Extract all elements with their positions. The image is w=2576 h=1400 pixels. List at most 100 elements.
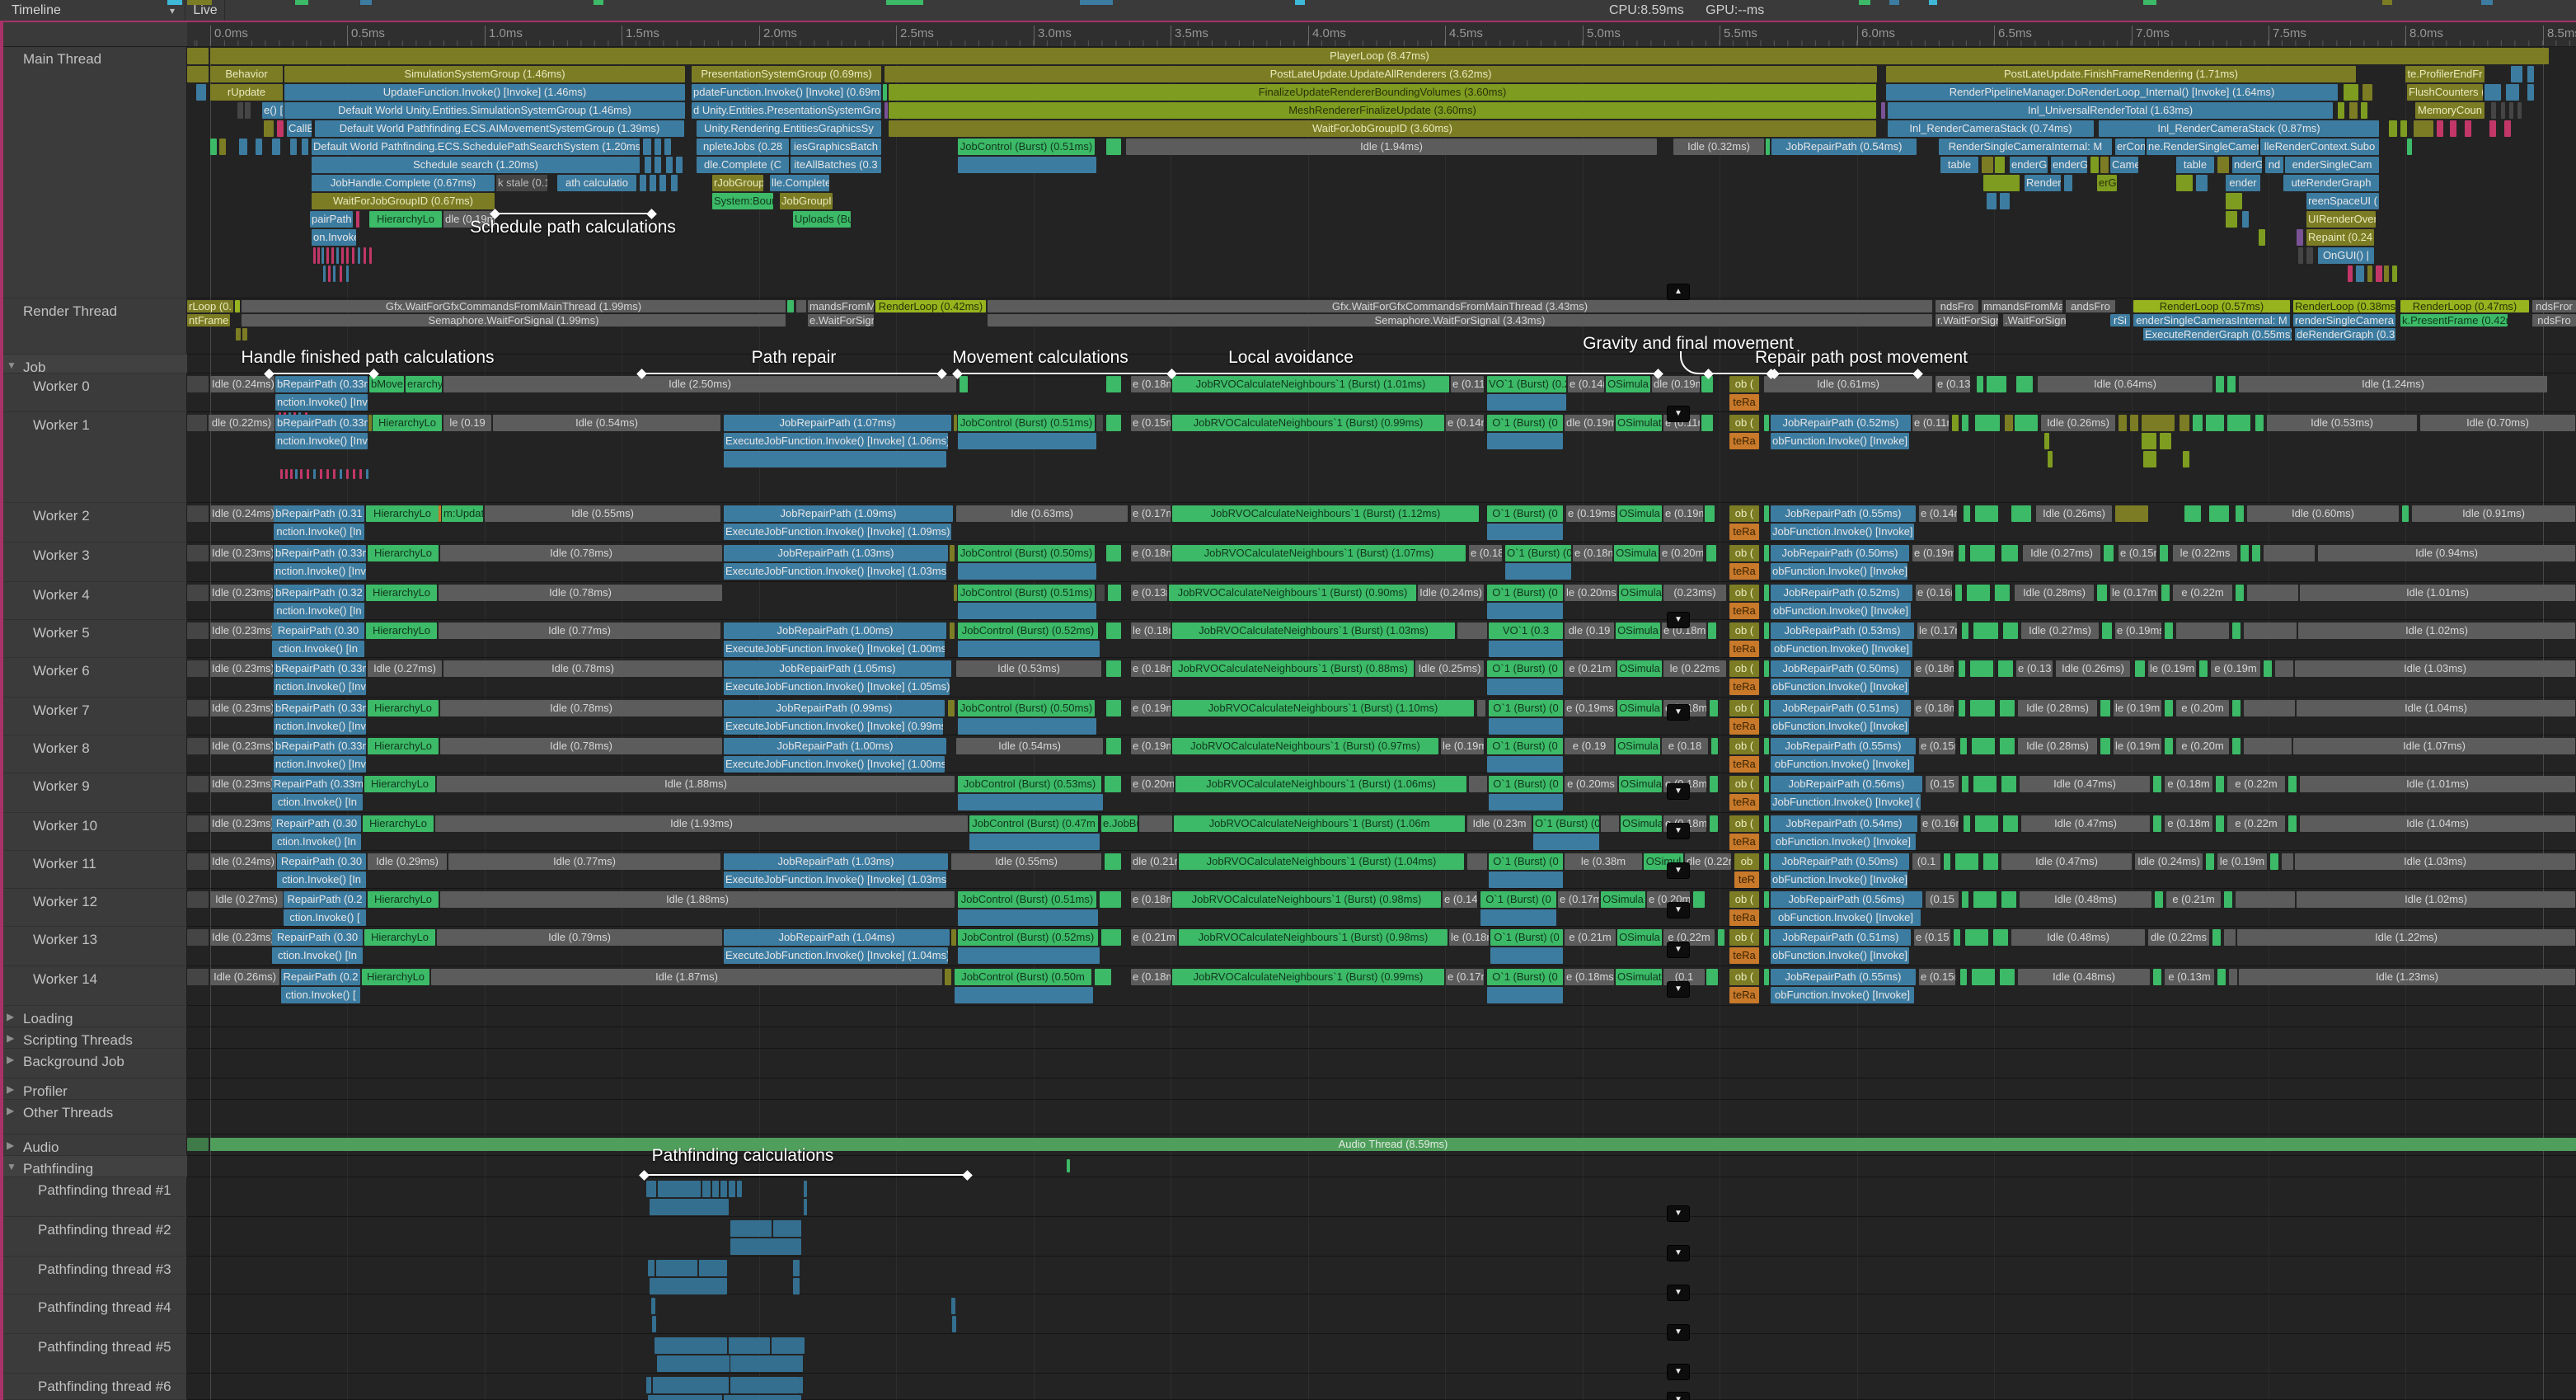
- timeline-sample-osimula[interactable]: OSimula: [1616, 738, 1660, 754]
- timeline-sample[interactable]: [2226, 211, 2237, 228]
- timeline-sample-ction-invoke-in[interactable]: ction.Invoke() [In: [277, 871, 366, 888]
- timeline-sample[interactable]: [256, 139, 262, 155]
- timeline-sample-e-waitforsigna[interactable]: e.WaitForSigna: [808, 314, 874, 327]
- timeline-sample[interactable]: [2115, 505, 2148, 522]
- timeline-sample-idle-1-01ms[interactable]: Idle (1.01ms): [2300, 776, 2575, 792]
- timeline-sample-e-0-19m[interactable]: e (0.19m: [2211, 660, 2260, 677]
- timeline-sample-semaphore-waitforsignal-1-99ms[interactable]: Semaphore.WaitForSignal (1.99ms): [242, 314, 786, 327]
- sidebar-item-worker-3[interactable]: Worker 3: [0, 543, 187, 582]
- timeline-sample-repaint-0-24[interactable]: Repaint (0.24: [2306, 229, 2374, 246]
- timeline-sample-jobrepairpath-0-50ms[interactable]: JobRepairPath (0.50ms): [1771, 545, 1909, 561]
- flow-event-marker-down[interactable]: ▼: [1667, 783, 1690, 800]
- timeline-sample[interactable]: [1106, 738, 1121, 754]
- timeline-sample-jobrvocalculateneighbours-1-burst-0-88ms[interactable]: JobRVOCalculateNeighbours`1 (Burst) (0.8…: [1172, 660, 1414, 677]
- timeline-sample[interactable]: [1965, 929, 1988, 946]
- timeline-sample[interactable]: [1457, 622, 1487, 639]
- timeline-sample[interactable]: [2232, 622, 2241, 639]
- timeline-sample-tera[interactable]: teRa: [1729, 524, 1759, 540]
- sidebar-item-worker-7[interactable]: Worker 7: [0, 698, 187, 735]
- timeline-sample-jobrepairpath-0-56ms[interactable]: JobRepairPath (0.56ms): [1771, 891, 1922, 908]
- timeline-sample[interactable]: [1489, 641, 1563, 657]
- timeline-sample-ndsfro[interactable]: ndsFro: [1936, 300, 1978, 312]
- timeline-sample-executejobfunction-invoke-invoke-1-03ms[interactable]: ExecuteJobFunction.Invoke() [Invoke] (1.…: [724, 871, 946, 888]
- timeline-sample[interactable]: [1764, 776, 1769, 792]
- timeline-sample-ob[interactable]: ob (: [1729, 969, 1759, 985]
- timeline-sample-e-0-22m[interactable]: e (0.22m: [2227, 776, 2285, 792]
- timeline-sample[interactable]: [364, 247, 366, 264]
- timeline-sample[interactable]: [2338, 102, 2344, 119]
- timeline-sample-e-0-19m[interactable]: e (0.19m: [1131, 700, 1171, 716]
- timeline-sample[interactable]: [187, 376, 209, 392]
- timeline-sample[interactable]: [277, 120, 284, 137]
- timeline-sample-idle-0-54ms[interactable]: Idle (0.54ms): [956, 738, 1103, 754]
- timeline-sample-idle-0-26ms[interactable]: Idle (0.26ms): [210, 969, 279, 985]
- timeline-sample[interactable]: [210, 139, 217, 155]
- timeline-sample-obfunction-invoke-invoke[interactable]: obFunction.Invoke() [Invoke]: [1771, 756, 1914, 773]
- timeline-sample[interactable]: [1100, 891, 1121, 908]
- timeline-sample-hierarchylo[interactable]: HierarchyLo: [373, 415, 442, 431]
- timeline-sample-mmandsfromma[interactable]: mmandsFromMa: [1982, 300, 2062, 312]
- timeline-sample-e-0-19ms[interactable]: e (0.19ms: [2115, 622, 2161, 639]
- timeline-sample-repairpath-0-30[interactable]: RepairPath (0.30: [272, 622, 364, 639]
- timeline-sample-le-0-17m[interactable]: le (0.17m: [1917, 622, 1957, 639]
- timeline-sample-idle-0-64ms[interactable]: Idle (0.64ms): [2038, 376, 2212, 392]
- timeline-sample[interactable]: [2183, 451, 2189, 467]
- timeline-sample[interactable]: [187, 700, 209, 716]
- timeline-sample[interactable]: [730, 1238, 801, 1255]
- timeline-sample[interactable]: [1983, 175, 2020, 191]
- timeline-sample[interactable]: [2264, 660, 2272, 677]
- timeline-sample-jobcontrol-burst-0-52ms[interactable]: JobControl (Burst) (0.52ms): [958, 622, 1098, 639]
- timeline-sample-default-world-pathfinding-ecs-aimovementsystemgroup-1-39ms[interactable]: Default World Pathfinding.ECS.AIMovement…: [315, 120, 684, 137]
- timeline-sample[interactable]: [655, 1337, 727, 1354]
- timeline-sample[interactable]: [328, 265, 331, 282]
- timeline-sample-on-invoke[interactable]: on.Invoke(: [312, 229, 356, 246]
- timeline-sample[interactable]: [302, 139, 308, 155]
- timeline-sample-e-0-18m[interactable]: e (0.18m: [2165, 815, 2212, 832]
- timeline-sample[interactable]: [2142, 433, 2156, 449]
- timeline-sample[interactable]: [1764, 815, 1769, 832]
- timeline-sample[interactable]: [313, 247, 316, 264]
- timeline-sample-idle-0-78ms[interactable]: Idle (0.78ms): [440, 545, 722, 561]
- timeline-sample-idle-0-78ms[interactable]: Idle (0.78ms): [443, 660, 722, 677]
- timeline-sample[interactable]: [219, 139, 226, 155]
- timeline-sample[interactable]: [2363, 84, 2372, 101]
- timeline-sample-e-0-14m[interactable]: e (0.14m: [1446, 415, 1484, 431]
- timeline-sample[interactable]: [1106, 376, 1121, 392]
- timeline-sample-e-0-19ms[interactable]: e (0.19ms: [1663, 505, 1703, 522]
- timeline-sample[interactable]: [313, 469, 316, 479]
- timeline-sample-jobrvocalculateneighbours-1-burst-1-04ms[interactable]: JobRVOCalculateNeighbours`1 (Burst) (1.0…: [1179, 853, 1464, 870]
- timeline-sample-audio-thread-8-59ms[interactable]: Audio Thread (8.59ms): [210, 1138, 2576, 1151]
- timeline-sample-e-0-20m[interactable]: e (0.20m: [1131, 776, 1174, 792]
- timeline-sample[interactable]: [2270, 853, 2278, 870]
- timeline-sample-o-1-burst-0[interactable]: O`1 (Burst) (0: [1487, 415, 1563, 431]
- timeline-sample-o-1-burst-0[interactable]: O`1 (Burst) (0: [1487, 660, 1563, 677]
- timeline-sample[interactable]: [804, 1199, 807, 1215]
- timeline-sample[interactable]: [1705, 505, 1715, 522]
- timeline-sample[interactable]: [2184, 505, 2201, 522]
- timeline-sample[interactable]: [187, 660, 209, 677]
- timeline-sample[interactable]: [730, 1355, 803, 1372]
- timeline-sample[interactable]: [2288, 776, 2297, 792]
- timeline-sample[interactable]: [1975, 815, 1998, 832]
- timeline-sample-idle-0-26ms[interactable]: Idle (0.26ms): [2041, 415, 2115, 431]
- timeline-sample-executejobfunction-invoke-invoke-1-05ms[interactable]: ExecuteJobFunction.Invoke() [Invoke] (1.…: [724, 679, 950, 695]
- timeline-sample-osimula[interactable]: OSimula: [1617, 660, 1662, 677]
- timeline-sample[interactable]: [187, 622, 209, 639]
- timeline-sample-idle-0-60ms[interactable]: Idle (0.60ms): [2247, 505, 2399, 522]
- sidebar-item-audio[interactable]: ▶Audio: [0, 1135, 187, 1156]
- timeline-sample-osimula[interactable]: OSimula: [1617, 929, 1662, 946]
- timeline-sample[interactable]: [2389, 120, 2397, 137]
- flow-event-marker-down[interactable]: ▼: [1667, 862, 1690, 879]
- timeline-sample[interactable]: [1972, 969, 1995, 985]
- timeline-sample[interactable]: [958, 433, 1096, 449]
- flow-event-marker-down[interactable]: ▼: [1667, 1205, 1690, 1222]
- timeline-sample-idle-1-03ms[interactable]: Idle (1.03ms): [2295, 853, 2575, 870]
- timeline-sample-jobrepairpath-1-03ms[interactable]: JobRepairPath (1.03ms): [724, 853, 948, 870]
- timeline-sample[interactable]: [1764, 415, 1769, 431]
- timeline-sample-ction-invoke-in[interactable]: ction.Invoke() [In: [272, 947, 363, 964]
- timeline-sample[interactable]: [2090, 157, 2099, 173]
- timeline-sample[interactable]: [1764, 738, 1769, 754]
- timeline-sample-o-1-burst-0[interactable]: O`1 (Burst) (0: [1487, 505, 1563, 522]
- timeline-sample[interactable]: [2356, 265, 2364, 282]
- timeline-sample-idle-0-47ms[interactable]: Idle (0.47ms): [2001, 853, 2132, 870]
